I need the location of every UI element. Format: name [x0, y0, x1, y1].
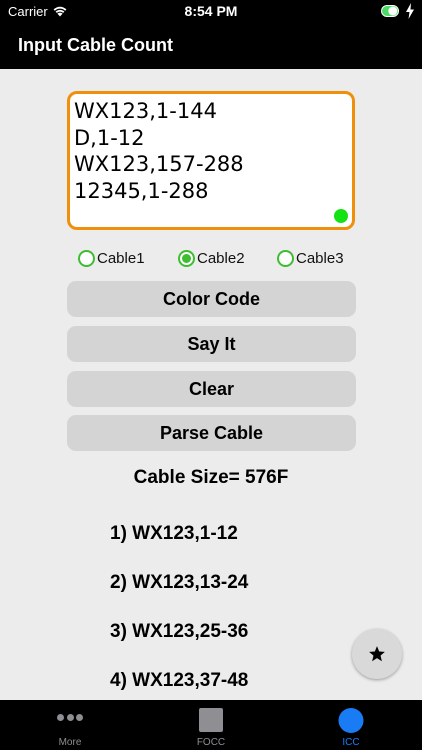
page-title: Input Cable Count [18, 35, 173, 55]
square-icon [199, 708, 223, 732]
toggle-switch-icon [381, 5, 399, 17]
radio-circle-selected-icon [178, 249, 195, 267]
radio-cable3[interactable]: Cable3 [277, 247, 344, 269]
radio-label: Cable2 [197, 249, 245, 267]
input-line: D,1-12 [74, 125, 145, 150]
cable-radio-group: Cable1 Cable2 Cable3 [0, 247, 422, 269]
charging-bolt-icon [406, 3, 414, 19]
clear-button[interactable]: Clear [67, 371, 356, 407]
list-item: 1) WX123,1-12 [110, 523, 238, 544]
input-line: WX123,1-144 [74, 99, 217, 123]
favorite-button[interactable] [352, 629, 402, 679]
main-content: WX123,1-144 D,1-12 WX123,157-288 12345,1… [0, 69, 422, 700]
input-line: 12345,1-288 [74, 178, 209, 203]
say-it-button[interactable]: Say It [67, 326, 356, 362]
input-line: WX123,157-288 [74, 152, 244, 176]
clock: 8:54 PM [184, 3, 238, 19]
tab-label: FOCC [196, 737, 226, 748]
tab-bar: More FOCC ICC [0, 700, 422, 750]
parse-cable-button[interactable]: Parse Cable [67, 415, 356, 451]
list-item: 3) WX123,25-36 [110, 621, 249, 642]
radio-circle-icon [78, 249, 95, 267]
status-dot-icon [334, 209, 348, 223]
star-icon [369, 646, 385, 662]
tab-icc[interactable]: ICC [281, 700, 421, 750]
cable-size-label: Cable Size= 576F [133, 467, 289, 488]
more-dots-icon [57, 714, 83, 722]
list-item: 4) WX123,37-48 [110, 670, 249, 691]
nav-bar: Input Cable Count [0, 24, 422, 69]
radio-cable2[interactable]: Cable2 [178, 247, 245, 269]
color-code-button[interactable]: Color Code [67, 281, 356, 317]
radio-circle-icon [277, 249, 294, 267]
tab-label: ICC [342, 737, 360, 748]
status-bar: Carrier 8:54 PM [0, 0, 422, 24]
cable-count-input[interactable]: WX123,1-144 D,1-12 WX123,157-288 12345,1… [67, 91, 355, 230]
circle-icon [338, 708, 364, 733]
tab-more[interactable]: More [0, 700, 140, 750]
tab-label: More [58, 737, 82, 748]
radio-label: Cable1 [97, 249, 145, 267]
list-item: 2) WX123,13-24 [110, 572, 249, 593]
tab-focc[interactable]: FOCC [141, 700, 281, 750]
radio-cable1[interactable]: Cable1 [78, 247, 145, 269]
radio-label: Cable3 [296, 249, 344, 267]
